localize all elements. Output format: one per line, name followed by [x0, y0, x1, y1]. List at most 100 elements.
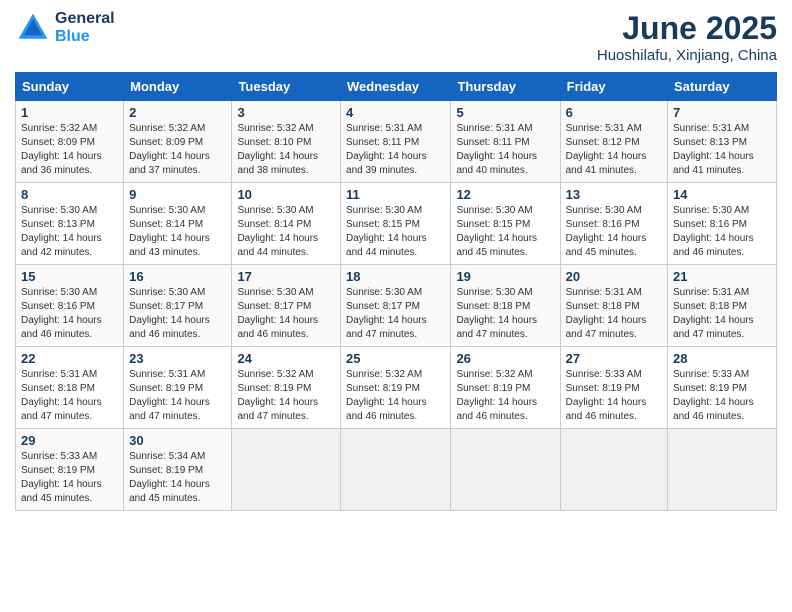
day-number: 13: [566, 187, 662, 202]
day-info: Sunrise: 5:30 AM Sunset: 8:16 PM Dayligh…: [673, 204, 771, 260]
weekday-header-friday: Friday: [560, 73, 667, 101]
day-number: 22: [21, 351, 118, 366]
day-number: 19: [456, 269, 554, 284]
day-info: Sunrise: 5:31 AM Sunset: 8:12 PM Dayligh…: [566, 122, 662, 178]
day-info: Sunrise: 5:30 AM Sunset: 8:16 PM Dayligh…: [566, 204, 662, 260]
weekday-header-row: SundayMondayTuesdayWednesdayThursdayFrid…: [16, 73, 777, 101]
calendar-cell: 14Sunrise: 5:30 AM Sunset: 8:16 PM Dayli…: [668, 183, 777, 265]
calendar-cell: 27Sunrise: 5:33 AM Sunset: 8:19 PM Dayli…: [560, 347, 667, 429]
day-info: Sunrise: 5:31 AM Sunset: 8:18 PM Dayligh…: [673, 286, 771, 342]
weekday-header-tuesday: Tuesday: [232, 73, 341, 101]
day-number: 21: [673, 269, 771, 284]
calendar-cell: 26 Sunrise: 5:32 AM Sunset: 8:19 PM Dayli…: [451, 347, 560, 429]
day-info: Sunrise: 5:30 AM Sunset: 8:17 PM Dayligh…: [346, 286, 445, 342]
day-number: 12: [456, 187, 554, 202]
calendar-cell: [341, 429, 451, 511]
calendar-cell: 13 Sunrise: 5:30 AM Sunset: 8:16 PM Dayli…: [560, 183, 667, 265]
calendar-cell: [451, 429, 560, 511]
day-info: Sunrise: 5:31 AM Sunset: 8:19 PM Dayligh…: [129, 368, 226, 424]
day-info: Sunrise: 5:30 AM Sunset: 8:18 PM Dayligh…: [456, 286, 554, 342]
day-number: 10: [237, 187, 335, 202]
day-number: 29: [21, 433, 118, 448]
day-info: Sunrise: 5:33 AM Sunset: 8:19 PM Dayligh…: [566, 368, 662, 424]
day-number: 16: [129, 269, 226, 284]
day-number: 2: [129, 105, 226, 120]
day-number: 5: [456, 105, 554, 120]
page-container: General Blue June 2025 Huoshilafu, Xinji…: [0, 0, 792, 521]
calendar-cell: 3 Sunrise: 5:32 AM Sunset: 8:10 PM Daylig…: [232, 101, 341, 183]
weekday-header-wednesday: Wednesday: [341, 73, 451, 101]
logo-icon: [15, 10, 51, 46]
day-number: 3: [237, 105, 335, 120]
day-number: 28: [673, 351, 771, 366]
calendar-cell: 5 Sunrise: 5:31 AM Sunset: 8:11 PM Daylig…: [451, 101, 560, 183]
calendar-cell: 29 Sunrise: 5:33 AM Sunset: 8:19 PM Dayli…: [16, 429, 124, 511]
day-info: Sunrise: 5:31 AM Sunset: 8:13 PM Dayligh…: [673, 122, 771, 178]
day-number: 26: [456, 351, 554, 366]
day-info: Sunrise: 5:32 AM Sunset: 8:19 PM Dayligh…: [456, 368, 554, 424]
day-number: 1: [21, 105, 118, 120]
calendar-cell: 6 Sunrise: 5:31 AM Sunset: 8:12 PM Daylig…: [560, 101, 667, 183]
calendar-cell: 2 Sunrise: 5:32 AM Sunset: 8:09 PM Daylig…: [124, 101, 232, 183]
day-number: 15: [21, 269, 118, 284]
day-info: Sunrise: 5:31 AM Sunset: 8:11 PM Dayligh…: [456, 122, 554, 178]
day-number: 7: [673, 105, 771, 120]
day-info: Sunrise: 5:33 AM Sunset: 8:19 PM Dayligh…: [21, 450, 118, 506]
calendar-cell: 7 Sunrise: 5:31 AM Sunset: 8:13 PM Daylig…: [668, 101, 777, 183]
day-number: 18: [346, 269, 445, 284]
calendar-cell: 21 Sunrise: 5:31 AM Sunset: 8:18 PM Dayli…: [668, 265, 777, 347]
day-info: Sunrise: 5:32 AM Sunset: 8:19 PM Dayligh…: [346, 368, 445, 424]
calendar-cell: 8Sunrise: 5:30 AM Sunset: 8:13 PM Daylig…: [16, 183, 124, 265]
day-info: Sunrise: 5:30 AM Sunset: 8:17 PM Dayligh…: [237, 286, 335, 342]
day-info: Sunrise: 5:33 AM Sunset: 8:19 PM Dayligh…: [673, 368, 771, 424]
calendar-cell: 10 Sunrise: 5:30 AM Sunset: 8:14 PM Dayli…: [232, 183, 341, 265]
location: Huoshilafu, Xinjiang, China: [597, 47, 777, 64]
day-info: Sunrise: 5:31 AM Sunset: 8:18 PM Dayligh…: [566, 286, 662, 342]
calendar-cell: 4Sunrise: 5:31 AM Sunset: 8:11 PM Daylig…: [341, 101, 451, 183]
day-info: Sunrise: 5:32 AM Sunset: 8:19 PM Dayligh…: [237, 368, 335, 424]
day-info: Sunrise: 5:30 AM Sunset: 8:16 PM Dayligh…: [21, 286, 118, 342]
day-number: 30: [129, 433, 226, 448]
day-number: 20: [566, 269, 662, 284]
day-number: 25: [346, 351, 445, 366]
day-number: 24: [237, 351, 335, 366]
day-info: Sunrise: 5:30 AM Sunset: 8:17 PM Dayligh…: [129, 286, 226, 342]
day-info: Sunrise: 5:32 AM Sunset: 8:09 PM Dayligh…: [129, 122, 226, 178]
calendar-cell: 22 Sunrise: 5:31 AM Sunset: 8:18 PM Dayli…: [16, 347, 124, 429]
calendar-cell: 15 Sunrise: 5:30 AM Sunset: 8:16 PM Dayli…: [16, 265, 124, 347]
day-info: Sunrise: 5:30 AM Sunset: 8:14 PM Dayligh…: [129, 204, 226, 260]
calendar-cell: 25 Sunrise: 5:32 AM Sunset: 8:19 PM Dayli…: [341, 347, 451, 429]
day-info: Sunrise: 5:30 AM Sunset: 8:14 PM Dayligh…: [237, 204, 335, 260]
calendar-cell: [668, 429, 777, 511]
logo: General Blue: [15, 10, 115, 46]
day-info: Sunrise: 5:34 AM Sunset: 8:19 PM Dayligh…: [129, 450, 226, 506]
header: General Blue June 2025 Huoshilafu, Xinji…: [15, 10, 777, 64]
weekday-header-thursday: Thursday: [451, 73, 560, 101]
day-number: 4: [346, 105, 445, 120]
day-info: Sunrise: 5:30 AM Sunset: 8:15 PM Dayligh…: [456, 204, 554, 260]
day-number: 6: [566, 105, 662, 120]
day-info: Sunrise: 5:32 AM Sunset: 8:10 PM Dayligh…: [237, 122, 335, 178]
logo-text: General Blue: [55, 10, 115, 46]
day-number: 11: [346, 187, 445, 202]
calendar-cell: 9 Sunrise: 5:30 AM Sunset: 8:14 PM Daylig…: [124, 183, 232, 265]
calendar-cell: 23 Sunrise: 5:31 AM Sunset: 8:19 PM Dayli…: [124, 347, 232, 429]
day-info: Sunrise: 5:31 AM Sunset: 8:18 PM Dayligh…: [21, 368, 118, 424]
calendar-cell: 1 Sunrise: 5:32 AM Sunset: 8:09 PM Daylig…: [16, 101, 124, 183]
day-info: Sunrise: 5:30 AM Sunset: 8:15 PM Dayligh…: [346, 204, 445, 260]
day-info: Sunrise: 5:32 AM Sunset: 8:09 PM Dayligh…: [21, 122, 118, 178]
day-number: 23: [129, 351, 226, 366]
calendar-cell: 16 Sunrise: 5:30 AM Sunset: 8:17 PM Dayli…: [124, 265, 232, 347]
calendar-cell: 18 Sunrise: 5:30 AM Sunset: 8:17 PM Dayli…: [341, 265, 451, 347]
title-block: June 2025 Huoshilafu, Xinjiang, China: [597, 10, 777, 64]
calendar-cell: [560, 429, 667, 511]
calendar-table: SundayMondayTuesdayWednesdayThursdayFrid…: [15, 72, 777, 511]
calendar-cell: 20 Sunrise: 5:31 AM Sunset: 8:18 PM Dayli…: [560, 265, 667, 347]
calendar-cell: 28 Sunrise: 5:33 AM Sunset: 8:19 PM Dayli…: [668, 347, 777, 429]
day-number: 9: [129, 187, 226, 202]
calendar-cell: 30 Sunrise: 5:34 AM Sunset: 8:19 PM Dayli…: [124, 429, 232, 511]
calendar-cell: 17Sunrise: 5:30 AM Sunset: 8:17 PM Dayli…: [232, 265, 341, 347]
calendar-cell: 12 Sunrise: 5:30 AM Sunset: 8:15 PM Dayli…: [451, 183, 560, 265]
day-number: 8: [21, 187, 118, 202]
calendar-cell: 11 Sunrise: 5:30 AM Sunset: 8:15 PM Dayli…: [341, 183, 451, 265]
